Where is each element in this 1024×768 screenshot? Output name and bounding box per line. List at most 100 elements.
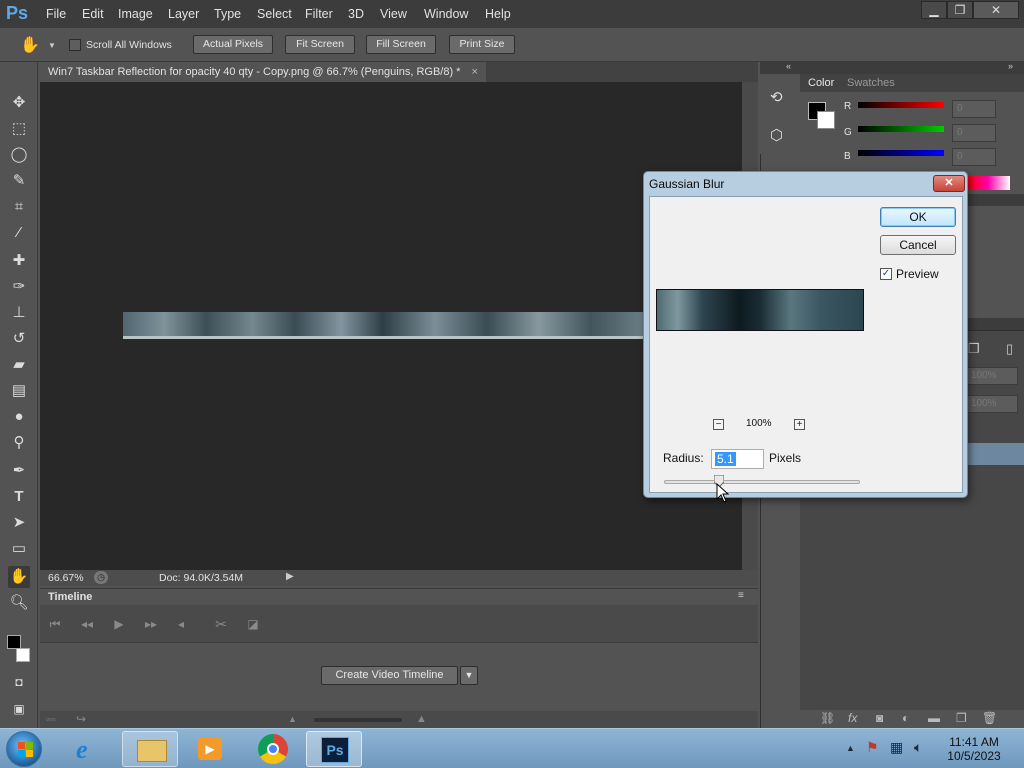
- print-size-button[interactable]: Print Size: [449, 35, 515, 54]
- media-player-icon[interactable]: ▶: [182, 731, 238, 767]
- tool-preset-chevron-icon[interactable]: ▼: [48, 41, 56, 50]
- fill-screen-button[interactable]: Fill Screen: [366, 35, 436, 54]
- menu-help[interactable]: Help: [485, 7, 511, 21]
- scissors-icon[interactable]: ✂: [212, 615, 230, 633]
- tab-swatches[interactable]: Swatches: [847, 77, 895, 89]
- link-layers-icon[interactable]: ⛓: [820, 711, 835, 725]
- red-value-field[interactable]: 0: [952, 100, 996, 118]
- panel-menu-icon[interactable]: ≡: [738, 590, 744, 601]
- color-ramp[interactable]: [966, 176, 1010, 190]
- gradient-tool-icon[interactable]: ▤: [8, 380, 30, 402]
- foreground-color-swatch[interactable]: [7, 635, 21, 649]
- network-icon[interactable]: ▦: [890, 739, 903, 756]
- collapse-icon[interactable]: «: [786, 61, 791, 71]
- eyedropper-tool-icon[interactable]: ⁄: [8, 222, 30, 244]
- blur-tool-icon[interactable]: ●: [8, 406, 30, 428]
- close-icon[interactable]: ✕: [973, 1, 1019, 19]
- menu-edit[interactable]: Edit: [82, 7, 104, 21]
- path-select-tool-icon[interactable]: ➤: [8, 512, 30, 534]
- frame-options-icon[interactable]: ▫▫▫: [46, 714, 56, 724]
- show-hidden-icons-icon[interactable]: ▲: [846, 743, 855, 753]
- type-tool-icon[interactable]: T: [8, 486, 30, 508]
- timeline-title[interactable]: Timeline: [48, 591, 92, 603]
- hand-tool-icon[interactable]: ✋: [8, 566, 30, 588]
- action-center-icon[interactable]: ⚑: [866, 739, 879, 756]
- add-mask-icon[interactable]: ◙: [876, 711, 883, 725]
- menu-image[interactable]: Image: [118, 7, 153, 21]
- clock-icon[interactable]: ◷: [94, 571, 108, 584]
- zoom-readout[interactable]: 66.67%: [48, 572, 84, 584]
- fx-icon[interactable]: fx: [848, 711, 857, 725]
- audio-icon[interactable]: ◂: [172, 615, 190, 633]
- preview-checkbox[interactable]: ✓: [880, 268, 892, 280]
- lock-icon[interactable]: ▯: [1006, 341, 1013, 357]
- fill-field[interactable]: 100%: [966, 395, 1018, 413]
- opacity-field[interactable]: 100%: [966, 367, 1018, 385]
- zoom-in-icon[interactable]: +: [794, 419, 805, 430]
- blue-slider[interactable]: [858, 150, 944, 156]
- stamp-tool-icon[interactable]: ⊥: [8, 302, 30, 324]
- menu-filter[interactable]: Filter: [305, 7, 333, 21]
- red-slider[interactable]: [858, 102, 944, 108]
- zoom-out-timeline-icon[interactable]: ▲: [288, 714, 297, 724]
- create-video-timeline-button[interactable]: Create Video Timeline: [321, 666, 458, 685]
- zoom-tool-icon[interactable]: 🔍︎: [8, 592, 30, 614]
- document-tab[interactable]: Win7 Taskbar Reflection for opacity 40 q…: [40, 62, 486, 82]
- new-layer-icon[interactable]: ❐: [968, 341, 980, 357]
- zoom-out-icon[interactable]: −: [713, 419, 724, 430]
- chevron-down-icon[interactable]: ▼: [460, 666, 478, 685]
- background-color-swatch[interactable]: [817, 111, 835, 129]
- 3d-icon[interactable]: ⬡: [770, 126, 783, 144]
- photoshop-icon[interactable]: Ps: [306, 731, 362, 767]
- volume-icon[interactable]: 🔈︎: [914, 739, 922, 756]
- chrome-icon[interactable]: [246, 731, 302, 767]
- cancel-button[interactable]: Cancel: [880, 235, 956, 255]
- background-color-swatch[interactable]: [16, 648, 30, 662]
- history-brush-tool-icon[interactable]: ↺: [8, 328, 30, 350]
- internet-explorer-icon[interactable]: e: [62, 731, 118, 767]
- blur-preview[interactable]: [656, 289, 864, 331]
- radius-input[interactable]: 5.1: [711, 449, 764, 469]
- render-icon[interactable]: ↪: [76, 712, 86, 726]
- green-slider[interactable]: [858, 126, 944, 132]
- menu-select[interactable]: Select: [257, 7, 292, 21]
- history-icon[interactable]: ⟲: [770, 88, 783, 106]
- status-menu-arrow-icon[interactable]: ▶: [286, 571, 294, 582]
- next-frame-icon[interactable]: ▸▸: [142, 615, 160, 633]
- menu-window[interactable]: Window: [424, 7, 468, 21]
- taskbar-clock[interactable]: 11:41 AM 10/5/2023: [942, 735, 1006, 763]
- lasso-tool-icon[interactable]: ◯: [8, 144, 30, 166]
- radius-slider[interactable]: [664, 480, 860, 484]
- hand-tool-icon[interactable]: ✋: [20, 35, 40, 55]
- explorer-icon[interactable]: [122, 731, 178, 767]
- play-icon[interactable]: ▶: [110, 615, 128, 633]
- dodge-tool-icon[interactable]: ⚲: [8, 432, 30, 454]
- fit-screen-button[interactable]: Fit Screen: [285, 35, 355, 54]
- crop-tool-icon[interactable]: ⌗: [8, 196, 30, 218]
- zoom-in-timeline-icon[interactable]: ▲: [416, 713, 427, 725]
- scroll-all-checkbox[interactable]: [69, 39, 81, 51]
- timeline-zoom-slider[interactable]: [314, 718, 402, 722]
- start-orb-icon[interactable]: [6, 731, 42, 767]
- quick-mask-icon[interactable]: ◘: [8, 671, 30, 693]
- dialog-close-icon[interactable]: ✕: [933, 175, 965, 192]
- previous-frame-icon[interactable]: ◂◂: [78, 615, 96, 633]
- new-layer-icon[interactable]: ❐: [956, 711, 967, 725]
- healing-brush-tool-icon[interactable]: ✚: [8, 250, 30, 272]
- new-group-icon[interactable]: ▬: [928, 711, 940, 725]
- quick-select-tool-icon[interactable]: ✎: [8, 170, 30, 192]
- selected-layer-row[interactable]: [966, 443, 1024, 465]
- menu-view[interactable]: View: [380, 7, 407, 21]
- document-tab-close-icon[interactable]: ×: [472, 66, 478, 78]
- actual-pixels-button[interactable]: Actual Pixels: [193, 35, 273, 54]
- menu-type[interactable]: Type: [214, 7, 241, 21]
- menu-3d[interactable]: 3D: [348, 7, 364, 21]
- brush-tool-icon[interactable]: ✑: [8, 276, 30, 298]
- menu-layer[interactable]: Layer: [168, 7, 199, 21]
- green-value-field[interactable]: 0: [952, 124, 996, 142]
- screen-mode-icon[interactable]: ▣: [8, 698, 30, 720]
- restore-icon[interactable]: ❐: [947, 1, 973, 19]
- pen-tool-icon[interactable]: ✒: [8, 460, 30, 482]
- menu-file[interactable]: File: [46, 7, 66, 21]
- first-frame-icon[interactable]: ⏮: [46, 615, 64, 633]
